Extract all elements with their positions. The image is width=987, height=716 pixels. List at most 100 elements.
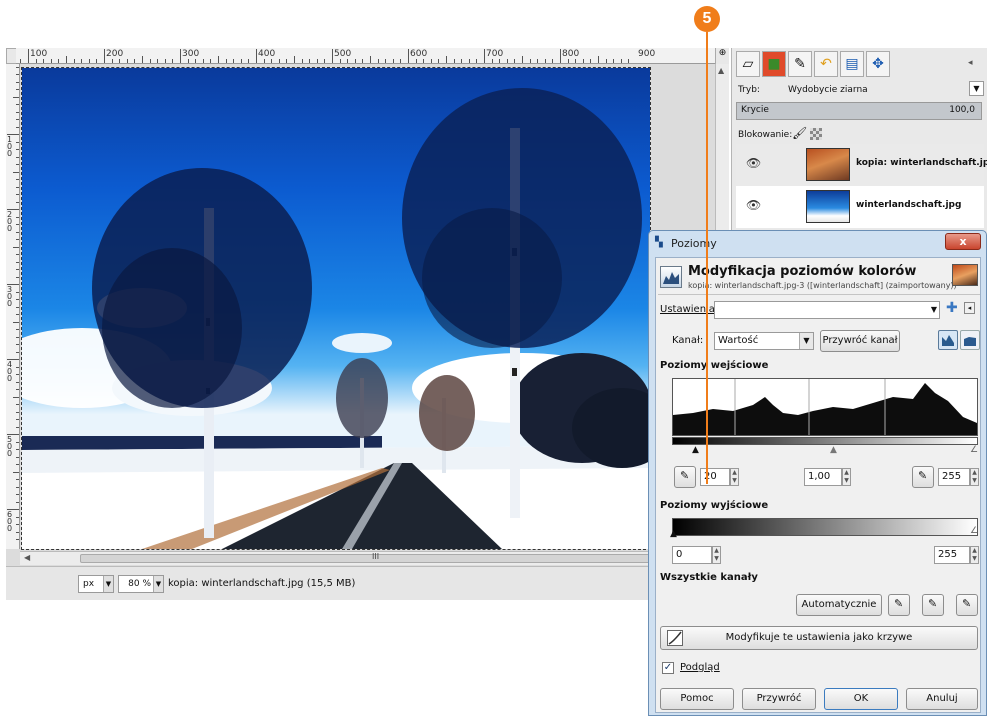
ok-button[interactable]: OK	[824, 688, 898, 710]
tab-device-status[interactable]: ▤	[840, 51, 864, 77]
black-point-handle[interactable]: ▲	[692, 445, 699, 455]
ruler-tick	[575, 59, 577, 63]
help-button[interactable]: Pomoc	[660, 688, 734, 710]
opacity-slider[interactable]: Krycie 100,0	[736, 102, 982, 120]
ruler-label: 100	[7, 135, 13, 158]
eye-icon[interactable]: 👁	[746, 156, 761, 170]
vertical-ruler[interactable]: 100 200 300 400 500 600	[6, 64, 20, 549]
ruler-tick	[16, 111, 19, 113]
dialog-titlebar[interactable]: ▚ Poziomy x	[649, 231, 986, 255]
ruler-tick	[278, 59, 280, 63]
pick-black-point-button[interactable]: ✎	[674, 466, 696, 488]
winter-landscape-image[interactable]	[22, 68, 650, 549]
pick-white-point-button[interactable]: ✎	[912, 466, 934, 488]
preview-checkbox[interactable]: ✓	[662, 662, 674, 674]
ruler-label: 400	[7, 360, 13, 383]
ruler-tick	[16, 239, 19, 240]
layer-thumbnail	[806, 190, 850, 223]
ruler-tick	[446, 56, 447, 63]
ruler-tick	[172, 59, 174, 63]
gamma-handle[interactable]: ▲	[830, 445, 837, 455]
white-point-handle[interactable]: ∠	[970, 445, 978, 455]
reset-button[interactable]: Przywróć	[742, 688, 816, 710]
output-black-spinner[interactable]: ▲ ▼	[712, 546, 721, 564]
eye-icon[interactable]: 👁	[746, 198, 761, 212]
linear-histogram-icon[interactable]	[938, 330, 958, 350]
input-gamma-field[interactable]: 1,00	[804, 468, 842, 486]
scroll-left-icon[interactable]: ◀	[24, 553, 30, 562]
ruler-tick	[16, 426, 19, 428]
input-white-field[interactable]: 255	[938, 468, 970, 486]
close-button[interactable]: x	[945, 233, 981, 250]
ruler-tick	[225, 59, 227, 63]
ruler-tick	[423, 59, 425, 63]
layer-row[interactable]: 👁 kopia: winterlandschaft.jpg	[736, 144, 987, 186]
zoom-value: 80 %	[128, 579, 151, 589]
ruler-tick	[16, 516, 19, 518]
input-gamma-spinner[interactable]: ▲ ▼	[842, 468, 851, 486]
input-black-field[interactable]: 20	[700, 468, 730, 486]
ruler-tick	[263, 59, 265, 63]
output-black-handle[interactable]: ▲	[670, 529, 677, 539]
ruler-tick	[28, 49, 29, 63]
dock-menu-icon[interactable]: ◂	[968, 58, 973, 68]
pick-black-all-button[interactable]: ✎	[888, 594, 910, 616]
preset-menu-icon[interactable]: ◂	[964, 302, 975, 314]
ruler-tick	[377, 59, 379, 63]
ruler-tick	[73, 59, 75, 63]
ruler-tick	[13, 471, 19, 473]
ruler-tick	[408, 49, 409, 63]
output-white-field[interactable]: 255	[934, 546, 970, 564]
ruler-tick	[16, 486, 19, 488]
ruler-tick	[16, 531, 19, 533]
ruler-tick	[605, 59, 607, 63]
add-preset-icon[interactable]: ✚	[946, 300, 958, 316]
ruler-tick	[16, 449, 19, 450]
ruler-tick	[271, 59, 273, 63]
mode-dropdown-button[interactable]: ▼	[969, 81, 984, 96]
input-white-spinner[interactable]: ▲ ▼	[970, 468, 979, 486]
tab-pointer[interactable]: ✥	[866, 51, 890, 77]
input-histogram[interactable]	[672, 378, 978, 436]
opacity-label: Krycie	[741, 105, 769, 115]
pick-gray-all-button[interactable]: ✎	[922, 594, 944, 616]
horizontal-ruler[interactable]: 100 200 300 400 500 600 700 800 900	[16, 48, 716, 64]
navigate-icon[interactable]: ⊕	[715, 48, 729, 64]
reset-channel-button[interactable]: Przywróć kanał	[820, 330, 900, 352]
brush-lock-icon[interactable]: 🖌	[792, 126, 807, 140]
ruler-tick	[370, 56, 371, 63]
log-histogram-icon[interactable]	[960, 330, 980, 350]
ruler-tick	[187, 59, 189, 63]
ruler-tick	[16, 269, 19, 270]
horizontal-scrollbar[interactable]: ◀ III	[20, 551, 715, 565]
pick-white-all-button[interactable]: ✎	[956, 594, 978, 616]
output-black-field[interactable]: 0	[672, 546, 712, 564]
ruler-tick	[126, 59, 128, 63]
ruler-tick	[582, 59, 584, 63]
auto-button[interactable]: Automatycznie	[796, 594, 882, 616]
zoom-select[interactable]: 80 % ▼	[118, 575, 164, 593]
ruler-label: 600	[7, 510, 13, 533]
ruler-tick	[16, 74, 19, 75]
input-black-spinner[interactable]: ▲ ▼	[730, 468, 739, 486]
tab-layers[interactable]: ▱	[736, 51, 760, 77]
output-white-handle[interactable]: ∠	[970, 526, 978, 536]
alpha-lock-icon[interactable]	[810, 128, 822, 140]
ruler-tick	[66, 56, 67, 63]
output-white-spinner[interactable]: ▲ ▼	[970, 546, 979, 564]
scroll-up-icon[interactable]: ▲	[718, 66, 724, 75]
presets-combo[interactable]: ▼	[714, 301, 940, 319]
unit-select[interactable]: px ▼	[78, 575, 114, 593]
layer-row[interactable]: 👁 winterlandschaft.jpg	[736, 186, 984, 228]
channel-select[interactable]: Wartość ▼	[714, 332, 814, 350]
ruler-tick	[16, 179, 19, 180]
cancel-button[interactable]: Anuluj	[906, 688, 978, 710]
ruler-tick	[218, 56, 219, 63]
ruler-tick	[392, 59, 394, 63]
tab-undo-history[interactable]: ↶	[814, 51, 838, 77]
tab-paths[interactable]: ✎	[788, 51, 812, 77]
tab-channels[interactable]: ■	[762, 51, 786, 77]
ruler-tick	[400, 59, 402, 63]
edit-as-curves-button[interactable]: Modyfikuje te ustawienia jako krzywe	[660, 626, 978, 650]
image-window: 100 200 300 400 500 600 700 800 900 ⊕ 100 200 300 4…	[6, 48, 729, 600]
